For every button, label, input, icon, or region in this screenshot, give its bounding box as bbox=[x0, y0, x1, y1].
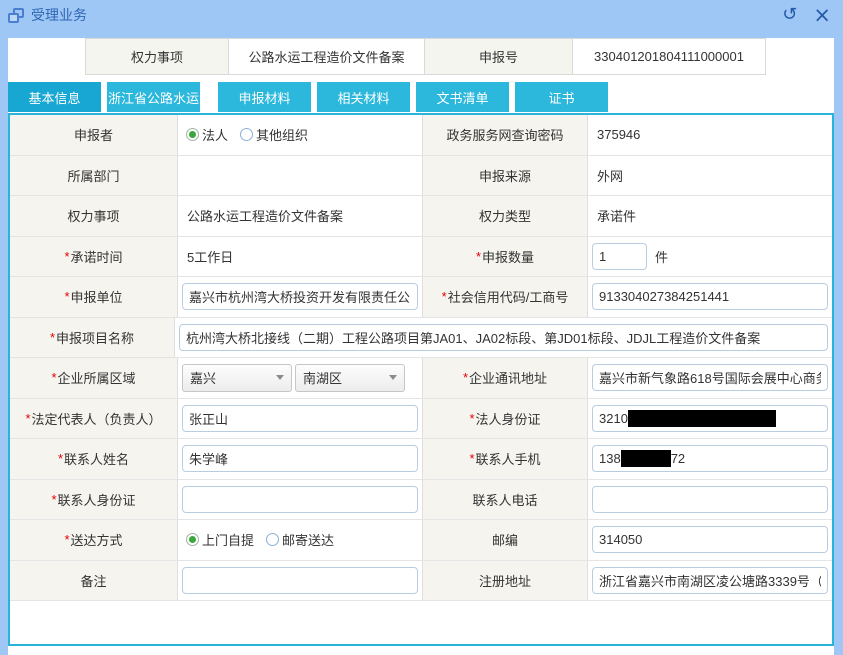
contact-phone-input[interactable] bbox=[592, 486, 828, 513]
delivery-label: *送达方式 bbox=[10, 520, 178, 560]
tab-certificate[interactable]: 证书 bbox=[515, 82, 608, 112]
radio-legal-person[interactable]: 法人 bbox=[186, 125, 228, 144]
form-row-department: 所属部门 申报来源 外网 bbox=[10, 156, 832, 197]
titlebar: 受理业务 ↺ × bbox=[0, 0, 843, 30]
header-declare-no-label: 申报号 bbox=[425, 39, 573, 74]
radio-selected-icon[interactable] bbox=[186, 533, 199, 546]
project-name-label: *申报项目名称 bbox=[10, 318, 175, 358]
declare-unit-label: *申报单位 bbox=[10, 277, 178, 317]
power-type-label: 权力类型 bbox=[423, 196, 588, 236]
radio-selected-icon[interactable] bbox=[186, 128, 199, 141]
contact-phone-label: 联系人电话 bbox=[423, 480, 588, 520]
company-address-label: *企业通讯地址 bbox=[423, 358, 588, 398]
form-row-promise-time: *承诺时间 5工作日 *申报数量 件 bbox=[10, 237, 832, 278]
postcode-input[interactable] bbox=[592, 526, 828, 553]
legal-id-label: *法人身份证 bbox=[423, 399, 588, 439]
header-declare-no-value: 330401201804111000001 bbox=[573, 39, 765, 74]
contact-mobile-input[interactable]: 138 72 bbox=[592, 445, 828, 472]
window-icon bbox=[8, 8, 24, 23]
postcode-label: 邮编 bbox=[423, 520, 588, 560]
remark-input[interactable] bbox=[182, 567, 418, 594]
header-bar: 权力事项 公路水运工程造价文件备案 申报号 330401201804111000… bbox=[85, 38, 766, 75]
declare-qty-input[interactable] bbox=[592, 243, 647, 270]
declare-unit-input[interactable] bbox=[182, 283, 418, 310]
contact-name-label: *联系人姓名 bbox=[10, 439, 178, 479]
tab-declare-materials[interactable]: 申报材料 bbox=[218, 82, 311, 112]
promise-time-label: *承诺时间 bbox=[10, 237, 178, 277]
delivery-radiogroup: 上门自提 邮寄送达 bbox=[182, 530, 334, 549]
form-row-delivery: *送达方式 上门自提 邮寄送达 邮编 bbox=[10, 520, 832, 561]
credit-code-label: *社会信用代码/工商号 bbox=[423, 277, 588, 317]
form-row-declare-unit: *申报单位 *社会信用代码/工商号 bbox=[10, 277, 832, 318]
company-address-input[interactable] bbox=[592, 364, 828, 391]
radio-unselected-icon[interactable] bbox=[266, 533, 279, 546]
query-password-label: 政务服务网查询密码 bbox=[423, 115, 588, 155]
contact-mobile-label: *联系人手机 bbox=[423, 439, 588, 479]
tab-related-materials[interactable]: 相关材料 bbox=[317, 82, 410, 112]
close-icon[interactable]: × bbox=[813, 5, 831, 26]
applicant-label: 申报者 bbox=[10, 115, 178, 155]
power-item-value: 公路水运工程造价文件备案 bbox=[182, 206, 343, 225]
project-name-input[interactable] bbox=[179, 324, 828, 351]
tab-document-list[interactable]: 文书清单 bbox=[416, 82, 509, 112]
form-row-region: *企业所属区域 嘉兴 南湖区 *企业通讯地址 bbox=[10, 358, 832, 399]
remark-label: 备注 bbox=[10, 561, 178, 601]
declare-qty-unit: 件 bbox=[655, 247, 668, 266]
basic-info-panel: 申报者 法人 其他组织 政务服务网查询密码 375946 所属部门 bbox=[8, 113, 834, 646]
refresh-icon[interactable]: ↺ bbox=[782, 6, 797, 24]
region-label: *企业所属区域 bbox=[10, 358, 178, 398]
contact-id-input[interactable] bbox=[182, 486, 418, 513]
applicant-type-radiogroup: 法人 其他组织 bbox=[182, 125, 308, 144]
contact-name-input[interactable] bbox=[182, 445, 418, 472]
dialog-body: 权力事项 公路水运工程造价文件备案 申报号 330401201804111000… bbox=[8, 38, 834, 655]
credit-code-input[interactable] bbox=[592, 283, 828, 310]
chevron-down-icon bbox=[276, 375, 284, 380]
form-row-contact-id: *联系人身份证 联系人电话 bbox=[10, 480, 832, 521]
tab-bar: 基本信息 浙江省公路水运 申报材料 相关材料 文书清单 证书 bbox=[8, 82, 834, 112]
declare-source-value: 外网 bbox=[592, 166, 623, 185]
radio-other-org[interactable]: 其他组织 bbox=[240, 125, 308, 144]
redaction-block bbox=[621, 450, 671, 467]
window-title: 受理业务 bbox=[31, 5, 87, 25]
form-row-legal-rep: *法定代表人（负责人） *法人身份证 3210 bbox=[10, 399, 832, 440]
region-city-select[interactable]: 嘉兴 bbox=[182, 364, 292, 392]
legal-rep-input[interactable] bbox=[182, 405, 418, 432]
declare-qty-label: *申报数量 bbox=[423, 237, 588, 277]
tab-basic-info[interactable]: 基本信息 bbox=[8, 82, 101, 112]
region-district-select[interactable]: 南湖区 bbox=[295, 364, 405, 392]
header-matter-value: 公路水运工程造价文件备案 bbox=[229, 39, 425, 74]
query-password-value: 375946 bbox=[592, 127, 640, 142]
form-row-contact-name: *联系人姓名 *联系人手机 138 72 bbox=[10, 439, 832, 480]
declare-source-label: 申报来源 bbox=[423, 156, 588, 196]
radio-mail-delivery[interactable]: 邮寄送达 bbox=[266, 530, 334, 549]
radio-self-pickup[interactable]: 上门自提 bbox=[186, 530, 254, 549]
form-row-applicant: 申报者 法人 其他组织 政务服务网查询密码 375946 bbox=[10, 115, 832, 156]
tab-zhejiang-highway[interactable]: 浙江省公路水运 bbox=[107, 82, 200, 112]
chevron-down-icon bbox=[389, 375, 397, 380]
form-row-remark: 备注 注册地址 bbox=[10, 561, 832, 602]
registered-address-label: 注册地址 bbox=[423, 561, 588, 601]
contact-id-label: *联系人身份证 bbox=[10, 480, 178, 520]
legal-id-input[interactable]: 3210 bbox=[592, 405, 828, 432]
header-matter-label: 权力事项 bbox=[86, 39, 229, 74]
power-item-label: 权力事项 bbox=[10, 196, 178, 236]
promise-time-value: 5工作日 bbox=[182, 247, 233, 266]
registered-address-input[interactable] bbox=[592, 567, 828, 594]
department-label: 所属部门 bbox=[10, 156, 178, 196]
form-row-power-item: 权力事项 公路水运工程造价文件备案 权力类型 承诺件 bbox=[10, 196, 832, 237]
power-type-value: 承诺件 bbox=[592, 206, 636, 225]
redaction-block bbox=[628, 410, 776, 427]
legal-rep-label: *法定代表人（负责人） bbox=[10, 399, 178, 439]
form-row-project-name: *申报项目名称 bbox=[10, 318, 832, 359]
radio-unselected-icon[interactable] bbox=[240, 128, 253, 141]
